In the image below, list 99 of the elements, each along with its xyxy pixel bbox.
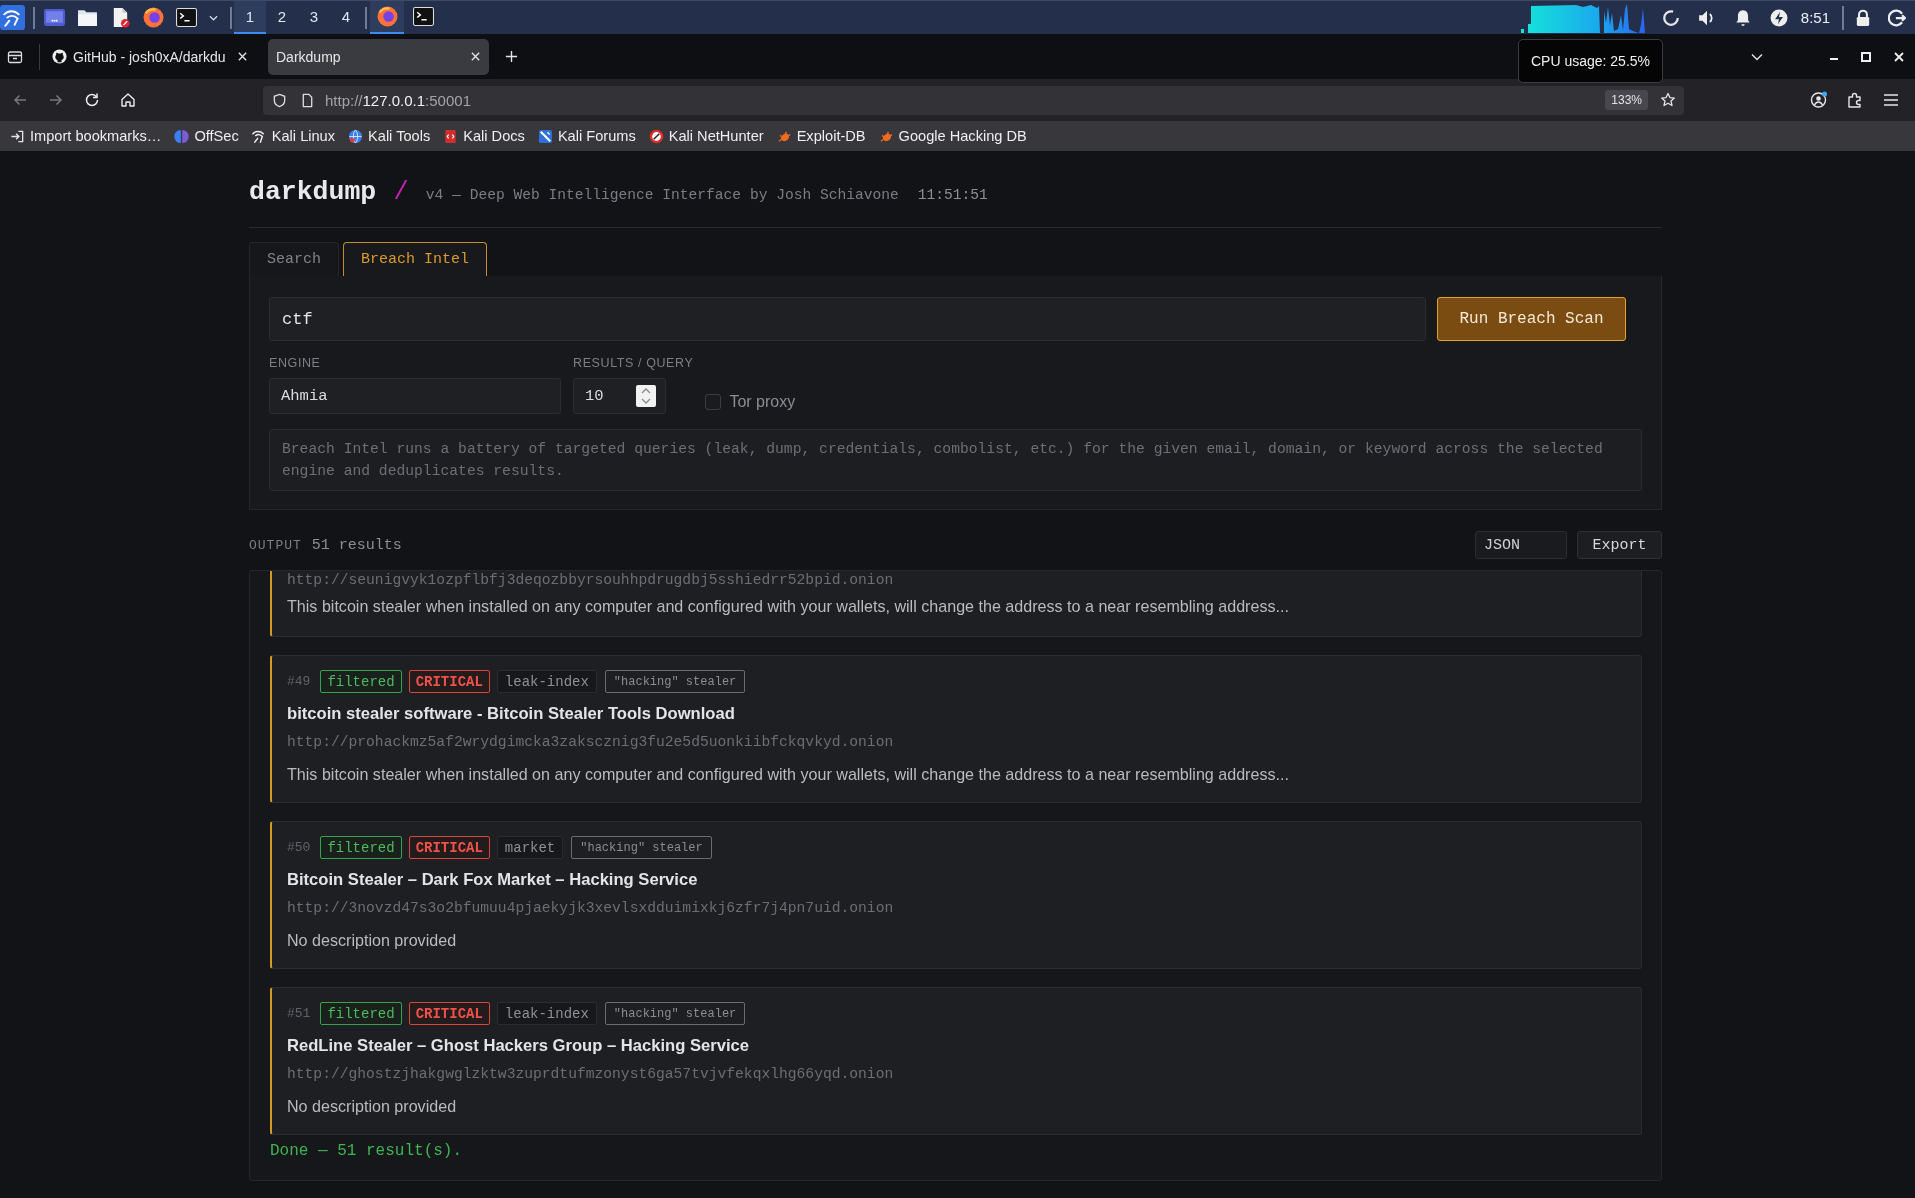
terminal-icon[interactable] bbox=[176, 7, 197, 28]
engine-label: ENGINE bbox=[269, 355, 322, 372]
page-icon[interactable] bbox=[300, 92, 315, 108]
severity-tag: CRITICAL bbox=[408, 670, 490, 693]
account-icon[interactable] bbox=[1810, 91, 1828, 109]
query-tag: "hacking" stealer bbox=[571, 836, 712, 859]
browser-tab[interactable]: GitHub - josh0xA/darkdu bbox=[44, 38, 256, 75]
browser-icon[interactable] bbox=[143, 7, 164, 28]
tab-list-icon[interactable] bbox=[7, 48, 23, 65]
bookmark-link[interactable]: Kali Forums bbox=[537, 128, 636, 144]
app-subtitle: v4 — Deep Web Intelligence Interface by Josh Schiavone bbox=[425, 187, 899, 203]
results-per-query-label: RESULTS / QUERY bbox=[573, 355, 694, 372]
severity-tag: CRITICAL bbox=[408, 836, 490, 859]
menu-icon[interactable] bbox=[1882, 91, 1900, 109]
status-message: Done — 51 result(s). bbox=[270, 1141, 464, 1161]
bell-icon[interactable] bbox=[1733, 8, 1752, 27]
workspace-button[interactable]: 4 bbox=[330, 1, 362, 34]
folder-icon[interactable] bbox=[77, 7, 98, 28]
query-tag: "hacking" stealer bbox=[604, 670, 746, 693]
source-tag: market bbox=[496, 836, 564, 859]
result-description: No description provided bbox=[287, 1096, 458, 1117]
zoom-level[interactable]: 133% bbox=[1605, 90, 1648, 110]
status-tag: filtered bbox=[320, 1002, 402, 1025]
result-title[interactable]: RedLine Stealer – Ghost Hackers Group – Hacking Service bbox=[287, 1035, 1625, 1057]
workspace-button[interactable]: 2 bbox=[266, 1, 298, 34]
format-select[interactable]: JSON bbox=[1475, 531, 1567, 559]
url-text[interactable]: http://127.0.0.1:50001 bbox=[325, 91, 471, 109]
clock-time: 11:51:51 bbox=[917, 187, 988, 203]
extensions-icon[interactable] bbox=[1846, 91, 1864, 109]
result-description: This bitcoin stealer when installed on any computer and configured with your wallets, will change the address to a near resembling address... bbox=[287, 764, 1290, 785]
slash-tile-icon bbox=[537, 128, 553, 144]
app-title: darkdump bbox=[249, 177, 377, 207]
result-description: This bitcoin stealer when installed on any computer and configured with your wallets, will change the address to a near resembling address... bbox=[287, 596, 1290, 617]
query-field[interactable]: ctf bbox=[269, 297, 1426, 341]
maximize-icon[interactable] bbox=[1861, 51, 1871, 62]
source-tag: leak-index bbox=[496, 670, 597, 693]
severity-tag: CRITICAL bbox=[408, 1002, 490, 1025]
bookmark-link[interactable]: Kali Tools bbox=[348, 128, 431, 144]
status-tag: filtered bbox=[320, 836, 402, 859]
cat-icon bbox=[52, 49, 67, 64]
bookmark-link[interactable]: Google Hacking DB bbox=[878, 128, 1027, 144]
cpu-usage-tooltip: CPU usage: 25.5% bbox=[1518, 39, 1663, 83]
mode-tab[interactable]: Breach Intel bbox=[343, 242, 488, 276]
bookmark-link[interactable]: Exploit-DB bbox=[776, 128, 866, 144]
result-count: 51 results bbox=[311, 536, 402, 554]
home-icon[interactable] bbox=[120, 92, 136, 108]
output-label: OUTPUT bbox=[249, 537, 302, 553]
globe-icon bbox=[348, 128, 364, 144]
browser-tab[interactable]: Darkdump bbox=[268, 38, 489, 75]
star-icon[interactable] bbox=[1660, 92, 1676, 108]
bookmark-link[interactable]: OffSec bbox=[174, 128, 239, 144]
plus-icon[interactable] bbox=[505, 50, 518, 63]
results-per-query-field[interactable]: 10 bbox=[573, 378, 666, 414]
split-disc-icon bbox=[174, 128, 190, 144]
import-icon bbox=[10, 128, 25, 144]
result-number: #51 bbox=[287, 1006, 311, 1021]
tor-proxy-label[interactable]: Tor proxy bbox=[729, 393, 796, 411]
tor-proxy-checkbox[interactable] bbox=[705, 394, 722, 410]
close-icon[interactable] bbox=[237, 51, 248, 62]
code-icon bbox=[443, 128, 459, 144]
clock[interactable]: 8:51 bbox=[1800, 9, 1830, 26]
engine-select[interactable]: Ahmia bbox=[269, 378, 561, 414]
close-icon[interactable] bbox=[470, 51, 481, 62]
export-button[interactable]: Export bbox=[1577, 531, 1662, 559]
result-description: No description provided bbox=[287, 930, 458, 951]
workspace-button[interactable]: 3 bbox=[298, 1, 330, 34]
mode-tab[interactable]: Search bbox=[249, 242, 339, 276]
bookmark-link[interactable]: Kali Linux bbox=[251, 128, 336, 144]
result-number: #49 bbox=[287, 674, 311, 689]
app-menu-icon[interactable] bbox=[0, 5, 25, 30]
title-separator: / bbox=[393, 177, 409, 207]
query-tag: "hacking" stealer bbox=[604, 1002, 746, 1025]
logout-icon[interactable] bbox=[1888, 8, 1906, 27]
bookmark-link[interactable]: Import bookmarks… bbox=[10, 128, 162, 144]
swoosh-icon bbox=[251, 128, 267, 144]
no-entry-icon bbox=[648, 128, 664, 144]
result-number: #50 bbox=[287, 840, 311, 855]
monitor-icon[interactable] bbox=[44, 7, 65, 28]
result-title[interactable]: bitcoin stealer software - Bitcoin Stealer Tools Download bbox=[287, 703, 1625, 725]
shield-icon[interactable] bbox=[272, 92, 287, 108]
address-bar[interactable]: http://127.0.0.1:50001 133% bbox=[263, 85, 1684, 115]
info-box: Breach Intel runs a battery of targeted queries (leak, dump, credentials, combolist, etc.) for the given email, domain, or keyword across the selected engine and deduplicates results. bbox=[269, 429, 1642, 491]
caret-icon[interactable] bbox=[209, 14, 218, 21]
loading-ring-icon[interactable] bbox=[1661, 8, 1680, 27]
lock-icon[interactable] bbox=[1854, 8, 1872, 27]
stepper-icon[interactable] bbox=[636, 385, 656, 407]
minimize-icon[interactable] bbox=[1830, 57, 1838, 60]
terminal-icon bbox=[412, 6, 434, 27]
close-icon[interactable] bbox=[1894, 51, 1904, 62]
bookmark-link[interactable]: Kali NetHunter bbox=[648, 128, 764, 144]
status-tag: filtered bbox=[320, 670, 402, 693]
run-scan-button[interactable]: Run Breach Scan bbox=[1437, 297, 1626, 341]
bookmark-link[interactable]: Kali Docs bbox=[443, 128, 525, 144]
reload-icon[interactable] bbox=[84, 92, 100, 108]
browser-icon bbox=[376, 6, 398, 27]
lightning-icon[interactable] bbox=[1769, 8, 1788, 27]
source-tag: leak-index bbox=[496, 1002, 597, 1025]
workspace-button[interactable]: 1 bbox=[234, 1, 266, 34]
result-title[interactable]: Bitcoin Stealer – Dark Fox Market – Hacking Service bbox=[287, 869, 1625, 891]
